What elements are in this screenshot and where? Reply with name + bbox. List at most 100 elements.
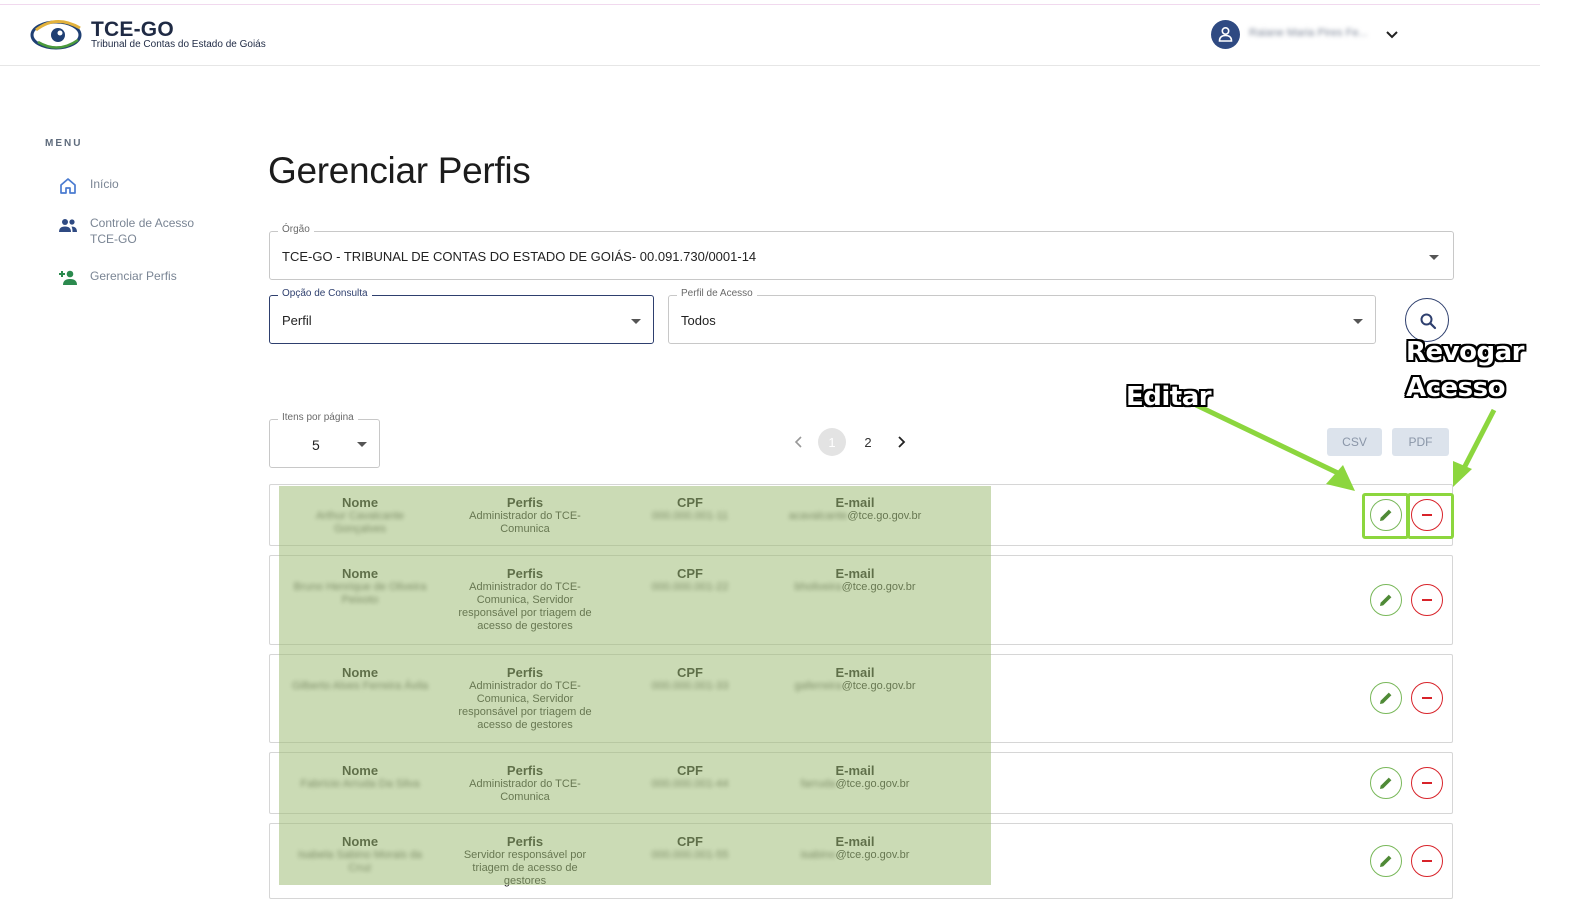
revoke-access-button[interactable]: [1411, 499, 1443, 531]
top-accent-line: [0, 0, 1540, 5]
sidebar-item-label: Controle de Acesso TCE-GO: [90, 216, 195, 246]
perfis-value: Administrador do TCE-Comunica: [469, 510, 581, 535]
next-page-button[interactable]: [890, 428, 912, 456]
email-user: acavalcante: [788, 510, 848, 522]
edit-button[interactable]: [1370, 767, 1402, 799]
nome-value: Bruno Henrique de Oliveira Peixoto: [293, 581, 427, 606]
perfis-cell: Perfis Administrador do TCE-Comunica: [450, 763, 600, 804]
caret-down-icon: [357, 442, 367, 447]
table-row: Nome Fabrício Arruda Da Silva Perfis Adm…: [269, 752, 1453, 814]
perfis-header: Perfis: [506, 566, 544, 581]
page-title: Gerenciar Perfis: [268, 150, 531, 191]
brand-subtitle: Tribunal de Contas do Estado de Goiás: [91, 39, 266, 50]
email-domain: @tce.go.gov.br: [835, 778, 910, 790]
pencil-icon: [1380, 509, 1392, 521]
opcao-consulta-value: Perfil: [282, 313, 312, 328]
email-value: acavalcante@tce.go.gov.br: [770, 510, 940, 523]
edit-button[interactable]: [1370, 584, 1402, 616]
perfil-acesso-select[interactable]: Perfil de Acesso Todos: [668, 288, 1376, 344]
minus-icon: [1422, 860, 1432, 862]
perfis-header: Perfis: [506, 495, 544, 510]
cpf-value: 000.000.001-55: [651, 849, 729, 861]
pencil-icon: [1380, 594, 1392, 606]
edit-annotation: Editar: [1126, 382, 1212, 412]
perfis-cell: Perfis Administrador do TCE-Comunica: [450, 495, 600, 536]
revoke-access-button[interactable]: [1411, 584, 1443, 616]
revoke-access-button[interactable]: [1411, 767, 1443, 799]
email-header: E-mail: [835, 763, 875, 778]
chevron-down-icon[interactable]: [1384, 26, 1400, 42]
revoke-annotation-line2: Acesso: [1406, 373, 1505, 403]
person-add-icon: [59, 270, 77, 285]
items-per-page-select[interactable]: Itens por página 5: [269, 412, 380, 468]
email-user: gaferreira: [794, 680, 842, 692]
sidebar-item-controle-acesso[interactable]: Controle de Acesso TCE-GO: [58, 215, 200, 247]
table-row: Nome Gilberto Alves Ferreira Ávila Perfi…: [269, 654, 1453, 743]
prev-page-button[interactable]: [788, 428, 810, 456]
nome-cell: Nome Isabela Sabino Morais da Cruz: [290, 834, 430, 875]
cpf-value: 000.000.001-11: [651, 510, 729, 522]
orgao-label: Órgão: [278, 224, 314, 235]
cpf-value: 000.000.001-22: [651, 581, 729, 593]
nome-value: Isabela Sabino Morais da Cruz: [297, 849, 423, 874]
cpf-cell: CPF 000.000.001-44: [630, 763, 750, 791]
orgao-select[interactable]: Órgão TCE-GO - TRIBUNAL DE CONTAS DO EST…: [269, 224, 1454, 280]
sidebar-item-inicio[interactable]: Início: [58, 176, 119, 196]
email-cell: E-mail isabino@tce.go.gov.br: [770, 834, 940, 862]
user-name[interactable]: Raiane Maria Pires Fe...: [1249, 27, 1368, 39]
email-value: bholiveira@tce.go.gov.br: [770, 581, 940, 594]
edit-button[interactable]: [1370, 499, 1402, 531]
email-user: bholiveira: [794, 581, 842, 593]
sidebar-item-label: Gerenciar Perfis: [90, 269, 177, 283]
revoke-access-button[interactable]: [1411, 845, 1443, 877]
email-value: isabino@tce.go.gov.br: [770, 849, 940, 862]
table-row: Nome Bruno Henrique de Oliveira Peixoto …: [269, 555, 1453, 645]
nome-cell: Nome Fabrício Arruda Da Silva: [290, 763, 430, 791]
caret-down-icon: [1429, 255, 1439, 260]
nome-header: Nome: [341, 665, 379, 680]
email-cell: E-mail acavalcante@tce.go.gov.br: [770, 495, 940, 523]
nome-cell: Nome Arthur Cavalcante Gonçalves: [290, 495, 430, 536]
nome-value: Fabrício Arruda Da Silva: [300, 778, 420, 790]
chevron-right-icon: [898, 436, 906, 448]
revoke-access-button[interactable]: [1411, 682, 1443, 714]
table-row: Nome Arthur Cavalcante Gonçalves Perfis …: [269, 484, 1453, 546]
pdf-export-button[interactable]: PDF: [1392, 428, 1449, 456]
perfis-cell: Perfis Administrador do TCE-Comunica, Se…: [450, 665, 600, 732]
opcao-consulta-label: Opção de Consulta: [278, 288, 372, 299]
perfil-acesso-value: Todos: [681, 313, 716, 328]
nome-header: Nome: [341, 495, 379, 510]
pagination: 1 2: [788, 428, 912, 456]
edit-button[interactable]: [1370, 682, 1402, 714]
csv-export-button[interactable]: CSV: [1327, 428, 1382, 456]
tce-go-logo: [30, 20, 82, 50]
perfil-acesso-label: Perfil de Acesso: [677, 288, 757, 299]
revoke-annotation-line1: Revogar: [1406, 337, 1524, 367]
table-row: Nome Isabela Sabino Morais da Cruz Perfi…: [269, 823, 1453, 899]
home-icon: [60, 178, 76, 194]
app-header: TCE-GO Tribunal de Contas do Estado de G…: [0, 6, 1540, 66]
cpf-header: CPF: [677, 834, 703, 849]
user-avatar[interactable]: [1211, 20, 1240, 49]
page-button-2[interactable]: 2: [854, 428, 882, 456]
perfis-header: Perfis: [506, 763, 544, 778]
email-user: farruda: [800, 778, 836, 790]
email-cell: E-mail farruda@tce.go.gov.br: [770, 763, 940, 791]
sidebar-item-gerenciar-perfis[interactable]: Gerenciar Perfis: [58, 268, 177, 288]
email-domain: @tce.go.gov.br: [835, 849, 910, 861]
minus-icon: [1422, 514, 1432, 516]
perfis-header: Perfis: [506, 834, 544, 849]
cpf-value: 000.000.001-44: [651, 778, 729, 790]
email-domain: @tce.go.gov.br: [841, 581, 916, 593]
email-value: gaferreira@tce.go.gov.br: [770, 680, 940, 693]
email-cell: E-mail bholiveira@tce.go.gov.br: [770, 566, 940, 594]
page-button-1[interactable]: 1: [818, 428, 846, 456]
user-icon: [1218, 26, 1233, 42]
opcao-consulta-select[interactable]: Opção de Consulta Perfil: [269, 288, 654, 344]
edit-button[interactable]: [1370, 845, 1402, 877]
perfis-value: Administrador do TCE-Comunica, Servidor …: [458, 581, 592, 632]
cpf-cell: CPF 000.000.001-55: [630, 834, 750, 862]
nome-header: Nome: [341, 566, 379, 581]
cpf-value: 000.000.001-33: [651, 680, 729, 692]
email-header: E-mail: [835, 834, 875, 849]
